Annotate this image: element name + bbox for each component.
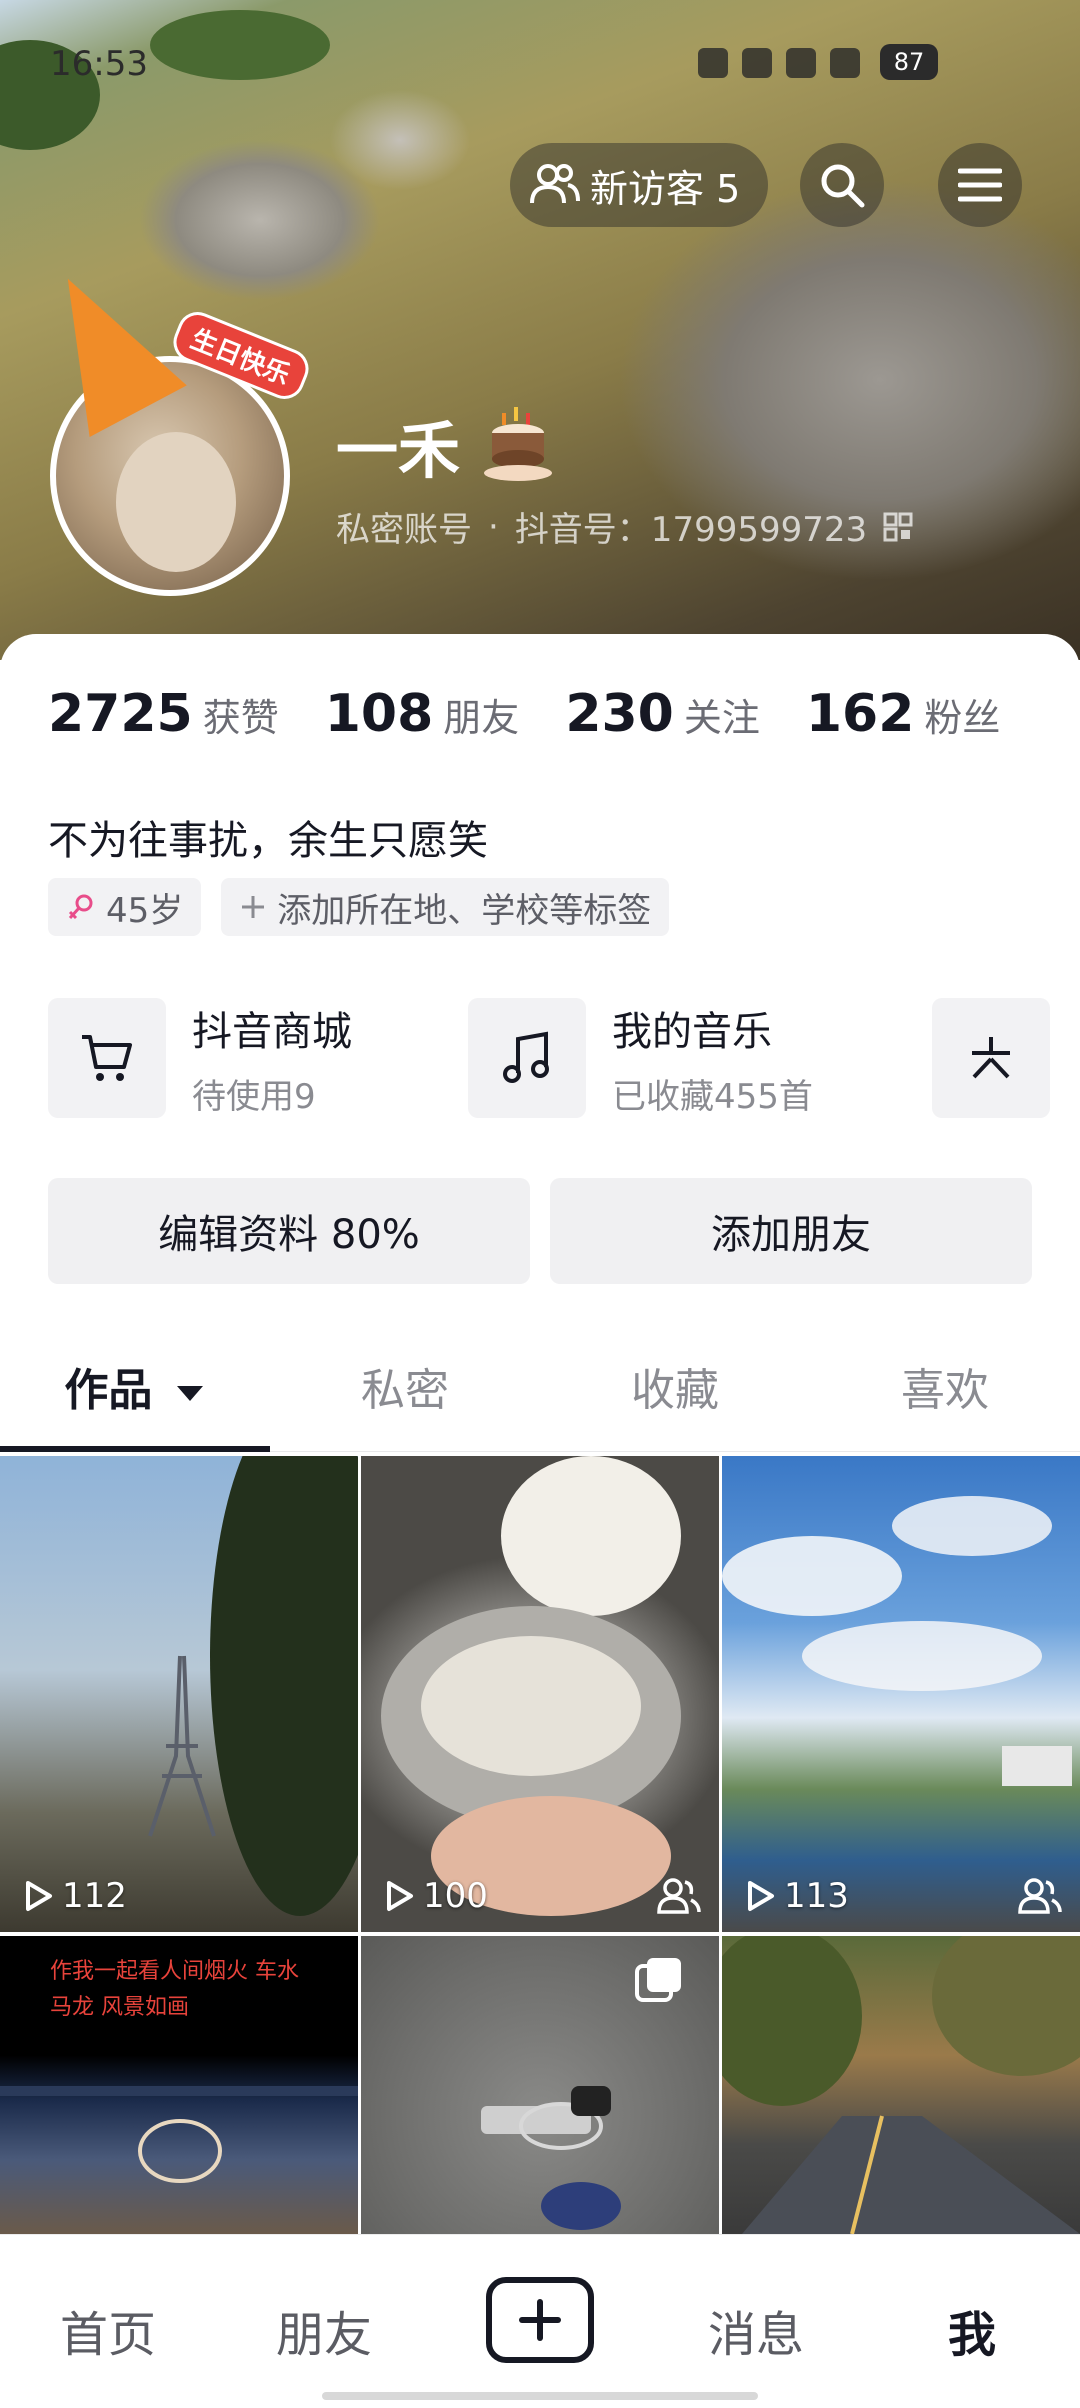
video-tile[interactable]: 112 [0,1456,358,1932]
status-icons [698,48,860,78]
edit-profile-button[interactable]: 编辑资料 80% [48,1178,530,1284]
dropdown-triangle-icon [176,1386,203,1401]
content-tabs: 作品 私密 收藏 喜欢 [0,1314,1080,1452]
play-count: 113 [742,1876,849,1916]
stat-following[interactable]: 230 关注 [565,684,760,744]
private-account-label: 私密账号 [336,510,472,550]
stat-value: 162 [805,684,915,744]
play-count: 112 [20,1876,127,1916]
alarm-icon [698,48,728,78]
flour-bowl-thumbnail [381,1456,681,1916]
age-label: 45岁 [106,890,184,931]
video-tile[interactable] [361,1936,719,2234]
play-count-value: 112 [62,1876,127,1916]
nav-messages[interactable]: 消息 [676,2295,836,2365]
tab-label: 作品 [64,1365,153,1416]
hamburger-menu-icon [958,168,1002,202]
nav-me[interactable]: 我 [892,2295,1052,2365]
meta-separator: · [488,506,499,547]
profile-actions: 编辑资料 80% 添加朋友 [48,1178,1032,1284]
age-tag[interactable]: 45岁 [48,878,202,936]
nav-home[interactable]: 首页 [28,2295,188,2365]
tab-likes[interactable]: 喜欢 [810,1354,1080,1418]
play-icon [748,1881,774,1911]
visitors-icon [530,164,580,204]
stat-followers[interactable]: 162 粉丝 [806,684,1001,744]
add-tag-label: 添加所在地、学校等标签 [277,890,652,931]
cart-icon [48,998,166,1118]
friends-visible-icon [1018,1878,1062,1914]
video-tile[interactable]: 作我一起看人间烟火 车水马龙 风景如画 [0,1936,358,2234]
video-tile[interactable] [722,1936,1080,2234]
stat-value: 230 [565,684,674,744]
add-tag-button[interactable]: 添加所在地、学校等标签 [221,878,670,936]
service-more[interactable] [932,998,1050,1118]
avatar-face [116,432,236,572]
stat-likes[interactable]: 2725 获赞 [48,684,279,744]
bottom-navigation: 首页 朋友 消息 我 [0,2234,1080,2408]
sky-pond-thumbnail [722,1496,1072,1786]
stats-row: 2725 获赞 108 朋友 230 关注 162 粉丝 [48,684,1000,744]
night-square-thumbnail [0,2086,358,2183]
services-row: 抖音商城 待使用9 我的音乐 已收藏455首 [48,998,1080,1122]
create-post-button[interactable] [486,2277,594,2363]
wifi-icon [830,48,860,78]
tab-works[interactable]: 作品 [0,1354,270,1418]
music-note-icon [468,998,586,1118]
plus-icon [519,2299,561,2341]
profile-name-row: 一禾 [336,400,558,490]
play-count-value: 100 [423,1876,488,1916]
service-title: 我的音乐 [612,1008,772,1055]
stat-friends[interactable]: 108 朋友 [325,684,520,744]
qr-code-icon[interactable] [883,512,913,542]
profile-tags: 45岁 添加所在地、学校等标签 [48,878,670,936]
female-icon [68,894,93,920]
birthday-cake-icon [484,407,553,481]
profile-meta: 私密账号 · 抖音号：1799599723 [336,502,913,551]
play-count-value: 113 [784,1876,849,1916]
tab-private[interactable]: 私密 [270,1354,540,1418]
video-tile[interactable]: 113 [722,1456,1080,1932]
play-icon [387,1881,413,1911]
stat-value: 2725 [48,684,193,744]
new-visitors-button[interactable]: 新访客 5 [510,143,769,227]
multi-image-icon [635,1958,681,2002]
stat-value: 108 [324,684,434,744]
search-button[interactable] [800,143,884,227]
search-icon [821,164,865,208]
profile-name: 一禾 [336,414,461,487]
play-count: 100 [381,1876,488,1916]
stat-label: 粉丝 [924,696,1001,740]
plus-icon [242,896,265,918]
stat-label: 关注 [683,696,760,740]
friends-visible-icon [657,1878,701,1914]
stat-label: 朋友 [443,696,520,740]
battery-indicator: 87 [880,44,938,80]
service-my-music[interactable]: 我的音乐 已收藏455首 [468,998,813,1118]
add-friend-button[interactable]: 添加朋友 [550,1178,1032,1284]
signal-icon [786,48,816,78]
active-tab-indicator [0,1446,270,1452]
status-time: 16:53 [50,44,148,84]
service-subtitle: 待使用9 [192,1076,316,1117]
bio-text: 不为往事扰，余生只愿笑 [48,818,488,864]
service-douyin-mall[interactable]: 抖音商城 待使用9 [48,998,352,1118]
tab-favorites[interactable]: 收藏 [540,1354,810,1418]
eiffel-tower-thumbnail [148,1456,358,1916]
hd-icon [742,48,772,78]
home-indicator [322,2392,758,2400]
nav-friends[interactable]: 朋友 [244,2295,404,2365]
asterisk-icon [932,998,1050,1118]
service-subtitle: 已收藏455首 [612,1076,813,1117]
service-title: 抖音商城 [192,1008,352,1055]
forest-road-thumbnail [722,1936,1080,2234]
douyin-id[interactable]: 抖音号：1799599723 [515,502,867,551]
video-tile[interactable]: 100 [361,1456,719,1932]
stat-label: 获赞 [202,696,279,740]
visitor-label: 新访客 5 [590,166,741,211]
status-bar: 16:53 87 [0,40,1080,90]
play-icon [26,1881,52,1911]
menu-button[interactable] [938,143,1022,227]
